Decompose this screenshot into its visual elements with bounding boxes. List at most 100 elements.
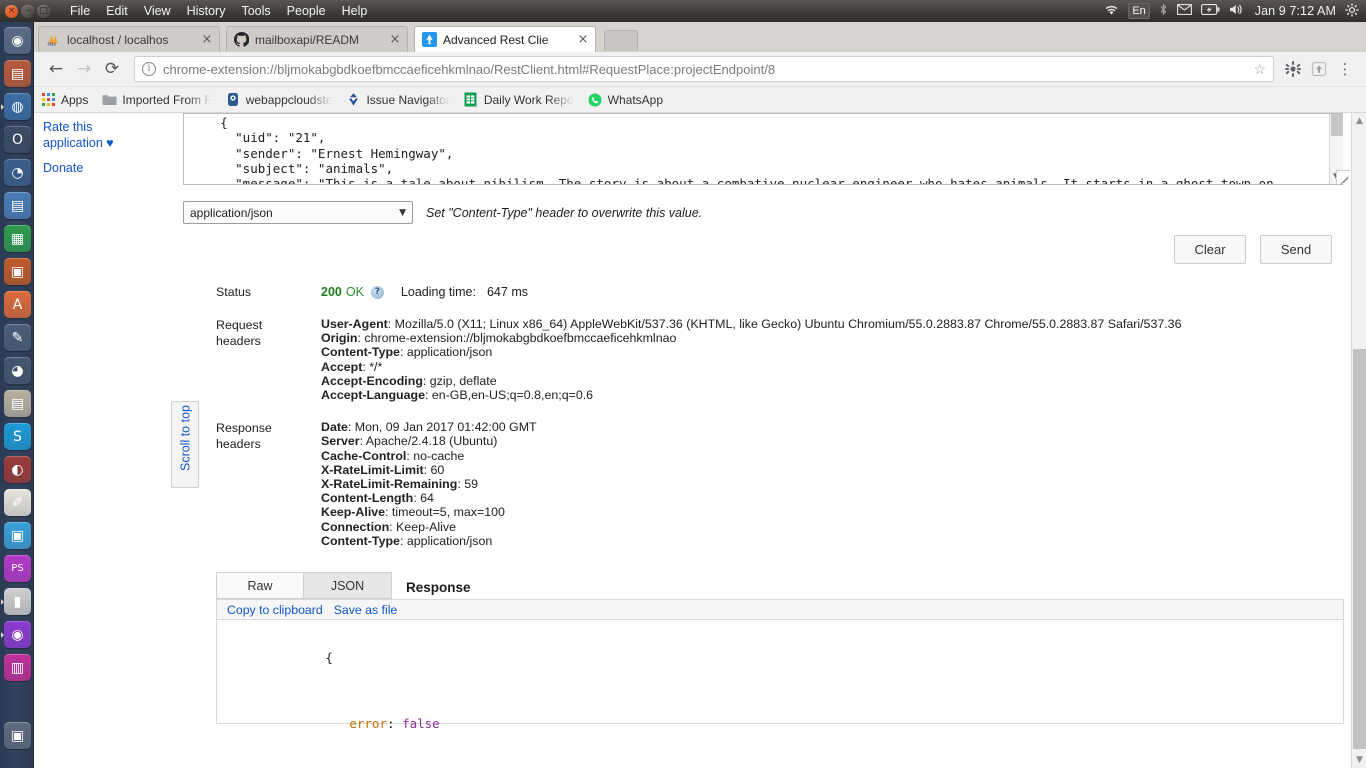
copy-to-clipboard-link[interactable]: Copy to clipboard	[227, 603, 323, 617]
launcher-item-libreoffice-impress[interactable]: ▣	[4, 258, 31, 285]
forward-arrow-icon[interactable]: →	[70, 55, 98, 83]
phpmyadmin-icon: PMA	[45, 32, 61, 48]
menu-people[interactable]: People	[279, 2, 334, 20]
libreoffice-calc-icon: ▦	[4, 225, 31, 252]
keyboard-layout-indicator[interactable]: En	[1128, 3, 1150, 19]
response-headers-label-2: headers	[216, 437, 261, 452]
launcher-item-virtualbox[interactable]: ▣	[4, 522, 31, 549]
browser-tab-3[interactable]: Advanced Rest Clie ×	[414, 26, 596, 52]
bluetooth-icon[interactable]	[1159, 3, 1168, 19]
launcher-item-opera-browser[interactable]: O	[4, 126, 31, 153]
address-bar[interactable]: i chrome-extension://bljmokabgbdkoefbmcc…	[134, 56, 1274, 82]
star-icon[interactable]: ☆	[1253, 61, 1266, 78]
browser-tab-1[interactable]: PMA localhost / localhos ×	[38, 26, 220, 52]
page-scrollbar[interactable]: ▲ ▼	[1351, 113, 1366, 768]
launcher-item-trash[interactable]: ▣	[4, 722, 31, 749]
launcher-item-chromium-browser[interactable]: ◍	[1, 93, 31, 120]
page-scroll-thumb[interactable]	[1353, 349, 1366, 749]
menu-tools[interactable]: Tools	[233, 2, 278, 20]
bookmark-issue-navigator[interactable]: Issue Navigator	[345, 92, 450, 108]
page-info-icon[interactable]: i	[142, 62, 156, 76]
launcher-item-sublime-text[interactable]: ▤	[4, 390, 31, 417]
donate-link[interactable]: Donate	[43, 160, 148, 176]
reload-icon[interactable]: ⟳	[98, 55, 126, 83]
wifi-icon[interactable]	[1104, 4, 1119, 19]
menu-edit[interactable]: Edit	[98, 2, 136, 20]
launcher-item-text-editor[interactable]: ✐	[4, 489, 31, 516]
chrome-menu-icon[interactable]: ⋮	[1332, 56, 1358, 82]
launcher-item-libreoffice-calc[interactable]: ▦	[4, 225, 31, 252]
extension-upload-icon[interactable]	[1306, 56, 1332, 82]
save-as-file-link[interactable]: Save as file	[334, 603, 398, 617]
bookmark-imported-from-firefox[interactable]: Imported From F	[101, 92, 212, 108]
svg-text:PMA: PMA	[47, 42, 56, 47]
header-value: : en-GB,en-US;q=0.8,en;q=0.6	[424, 388, 594, 403]
app-left-links: Rate this application ♥ Donate	[43, 119, 148, 176]
bookmark-whatsapp[interactable]: WhatsApp	[587, 92, 663, 108]
request-body-scroll-thumb[interactable]	[1331, 114, 1343, 136]
dash-home-icon: ◉	[4, 27, 31, 54]
launcher-item-firefox-browser[interactable]: ◔	[4, 159, 31, 186]
response-json-viewer[interactable]: { error: false message: "New mail messag…	[216, 620, 1344, 731]
battery-icon[interactable]	[1200, 4, 1220, 18]
content-type-selected-value: application/json	[190, 205, 273, 220]
request-body-textarea[interactable]: { "uid": "21", "sender": "Ernest Hemingw…	[183, 113, 1343, 185]
back-arrow-icon[interactable]: ←	[42, 55, 70, 83]
tab-raw[interactable]: Raw	[216, 572, 304, 599]
launcher-item-terminal[interactable]: ▮	[1, 588, 31, 615]
status-label: Status	[216, 285, 252, 299]
scroll-to-top-button[interactable]: Scroll to top	[171, 401, 199, 488]
menu-history[interactable]: History	[179, 2, 234, 20]
bookmark-apps[interactable]: Apps	[40, 92, 88, 108]
launcher-item-inkscape[interactable]: ✎	[4, 324, 31, 351]
header-line: X-RateLimit-Remaining: 59	[321, 477, 1346, 491]
rate-this-application-link[interactable]: Rate this application ♥	[43, 119, 148, 151]
apps-grid-icon	[40, 92, 56, 108]
browser-tab-2-title: mailboxapi/READM	[255, 32, 360, 47]
menu-help[interactable]: Help	[334, 2, 376, 20]
mail-icon[interactable]	[1176, 4, 1192, 18]
scroll-down-icon[interactable]: ▼	[1352, 752, 1366, 768]
send-button[interactable]: Send	[1260, 235, 1332, 264]
window-maximize-button[interactable]: □	[37, 4, 50, 18]
launcher-item-postman[interactable]: ◉	[1, 621, 31, 648]
browser-tab-1-close-icon[interactable]: ×	[201, 32, 213, 47]
launcher-item-dash-home[interactable]: ◉	[4, 27, 31, 54]
clock[interactable]: Jan 9 7:12 AM	[1255, 4, 1336, 18]
window-close-button[interactable]: ×	[5, 4, 18, 18]
loading-time-label: Loading time:	[400, 284, 476, 299]
help-icon[interactable]: ?	[370, 285, 384, 299]
clear-button[interactable]: Clear	[1174, 235, 1246, 264]
sublime-text-icon: ▤	[4, 390, 31, 417]
new-tab-button[interactable]	[604, 30, 638, 51]
bookmark-daily-work-report[interactable]: Daily Work Repo	[463, 92, 574, 108]
window-minimize-button[interactable]: −	[21, 4, 34, 18]
menu-file[interactable]: File	[62, 2, 98, 20]
bookmark-webappcloud[interactable]: webappcloudste	[225, 92, 332, 108]
tab-json[interactable]: JSON	[304, 572, 392, 599]
request-headers-label-2: headers	[216, 334, 261, 348]
launcher-item-files-nautilus[interactable]: ▤	[4, 60, 31, 87]
files-nautilus-icon: ▤	[4, 60, 31, 87]
textarea-resize-handle[interactable]	[1336, 170, 1350, 184]
header-name: Accept-Encoding	[321, 373, 423, 388]
launcher-item-libreoffice-writer[interactable]: ▤	[4, 192, 31, 219]
gear-icon[interactable]	[1345, 3, 1359, 20]
scroll-up-icon[interactable]: ▲	[1352, 113, 1366, 129]
launcher-item-ubuntu-software[interactable]: A	[4, 291, 31, 318]
launcher-item-gimp[interactable]: ◕	[4, 357, 31, 384]
volume-icon[interactable]	[1229, 3, 1246, 19]
browser-tab-2-close-icon[interactable]: ×	[389, 32, 401, 47]
browser-tab-3-close-icon[interactable]: ×	[577, 32, 589, 47]
header-name: Connection	[321, 519, 390, 534]
chromium-browser-icon: ◍	[4, 93, 31, 120]
launcher-item-skype[interactable]: S	[4, 423, 31, 450]
extension-gear-icon[interactable]	[1280, 56, 1306, 82]
browser-tab-2[interactable]: mailboxapi/READM ×	[226, 26, 408, 52]
content-type-select[interactable]: application/json ▼	[183, 201, 413, 224]
launcher-item-file-manager[interactable]: ▥	[4, 654, 31, 681]
launcher-item-phpstorm[interactable]: PS	[4, 555, 31, 582]
status-row: Status 200 OK ? Loading time: 647 ms	[216, 284, 1346, 300]
launcher-item-mysql-workbench[interactable]: ◐	[4, 456, 31, 483]
menu-view[interactable]: View	[136, 2, 179, 20]
